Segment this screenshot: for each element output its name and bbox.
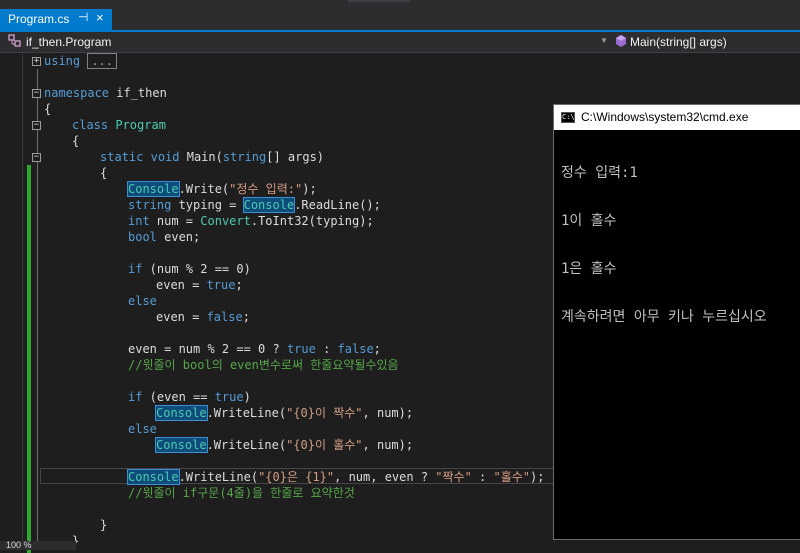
class-dropdown[interactable]: if_then.Program ▼ — [4, 32, 608, 52]
editor-margin — [22, 53, 23, 550]
console-line: 계속하려면 아무 키나 누르십시오 — [561, 309, 767, 325]
code-line: class Program — [72, 118, 166, 132]
console-line: 정수 입력:1 — [561, 165, 638, 181]
code-line: string typing = Console.ReadLine(); — [128, 197, 381, 213]
code-line: { — [100, 166, 108, 180]
code-comment: //윗줄이 if구문(4줄)을 한줄로 요약한것 — [128, 486, 355, 500]
toolbar-edge — [348, 0, 410, 2]
chevron-down-icon: ▼ — [600, 36, 608, 45]
console-window[interactable]: C:\ C:\Windows\system32\cmd.exe 정수 입력:1 … — [553, 104, 800, 540]
code-line: static void Main(string[] args) — [100, 150, 325, 164]
collapse-icon[interactable]: − — [32, 153, 41, 162]
pin-icon[interactable]: ⊣ — [78, 10, 88, 24]
highlight-reference: Console — [155, 405, 208, 421]
highlight-reference: Console — [155, 437, 208, 453]
console-line: 1이 홀수 — [561, 213, 617, 229]
console-line: 1은 홀수 — [561, 261, 617, 277]
highlight-reference: Console — [127, 181, 180, 197]
method-icon — [614, 34, 628, 51]
close-icon[interactable]: × — [96, 10, 104, 25]
code-line: even = true; — [156, 278, 243, 292]
class-icon — [8, 34, 22, 51]
code-line: namespace if_then — [44, 86, 167, 100]
code-line: } — [100, 518, 108, 532]
code-line: if (num % 2 == 0) — [128, 262, 251, 276]
class-path: if_then.Program — [26, 35, 112, 49]
outlining-rail — [37, 69, 38, 549]
code-line: even = false; — [156, 310, 250, 324]
code-line: using ... — [44, 53, 118, 69]
code-line: if (even == true) — [128, 390, 251, 404]
code-line: { — [72, 134, 80, 148]
change-tracking-bar — [27, 165, 31, 553]
code-line: else — [128, 422, 157, 436]
tab-program-cs[interactable]: Program.cs ⊣ × — [0, 9, 112, 30]
collapsed-region[interactable]: ... — [87, 53, 118, 69]
document-tab-strip: Program.cs ⊣ × — [0, 0, 800, 32]
code-line: Console.WriteLine("{0}이 짝수", num); — [155, 405, 414, 421]
highlight-reference: Console — [242, 197, 296, 213]
code-comment: //윗줄이 bool의 even변수로써 한줄요약될수있음 — [128, 358, 399, 372]
collapse-icon[interactable]: − — [32, 121, 41, 130]
code-line: Console.WriteLine("{0}이 홀수", num); — [155, 437, 414, 453]
expand-icon[interactable]: + — [32, 57, 41, 66]
code-line: { — [44, 102, 52, 116]
code-line: Console.Write("정수 입력:"); — [127, 181, 317, 197]
tab-label: Program.cs — [8, 12, 70, 26]
member-dropdown[interactable]: Main(string[] args) — [612, 32, 800, 52]
code-line: even = num % 2 == 0 ? true : false; — [128, 342, 381, 356]
console-title: C:\Windows\system32\cmd.exe — [581, 110, 749, 124]
code-line: else — [128, 294, 157, 308]
collapse-icon[interactable]: − — [32, 89, 41, 98]
navigation-bar: if_then.Program ▼ Main(string[] args) — [0, 32, 800, 53]
cmd-icon: C:\ — [561, 112, 575, 123]
code-line: Console.WriteLine("{0}은 {1}", num, even … — [127, 469, 545, 485]
code-line: bool even; — [128, 230, 201, 244]
code-line: int num = Convert.ToInt32(typing); — [128, 214, 374, 228]
console-titlebar[interactable]: C:\ C:\Windows\system32\cmd.exe — [554, 105, 800, 130]
highlight-reference: Console — [127, 469, 180, 485]
zoom-level[interactable]: 100 % — [0, 541, 76, 550]
console-output: 정수 입력:1 1이 홀수 1은 홀수 계속하려면 아무 키나 누르십시오 — [561, 133, 800, 357]
member-name: Main(string[] args) — [630, 35, 727, 49]
